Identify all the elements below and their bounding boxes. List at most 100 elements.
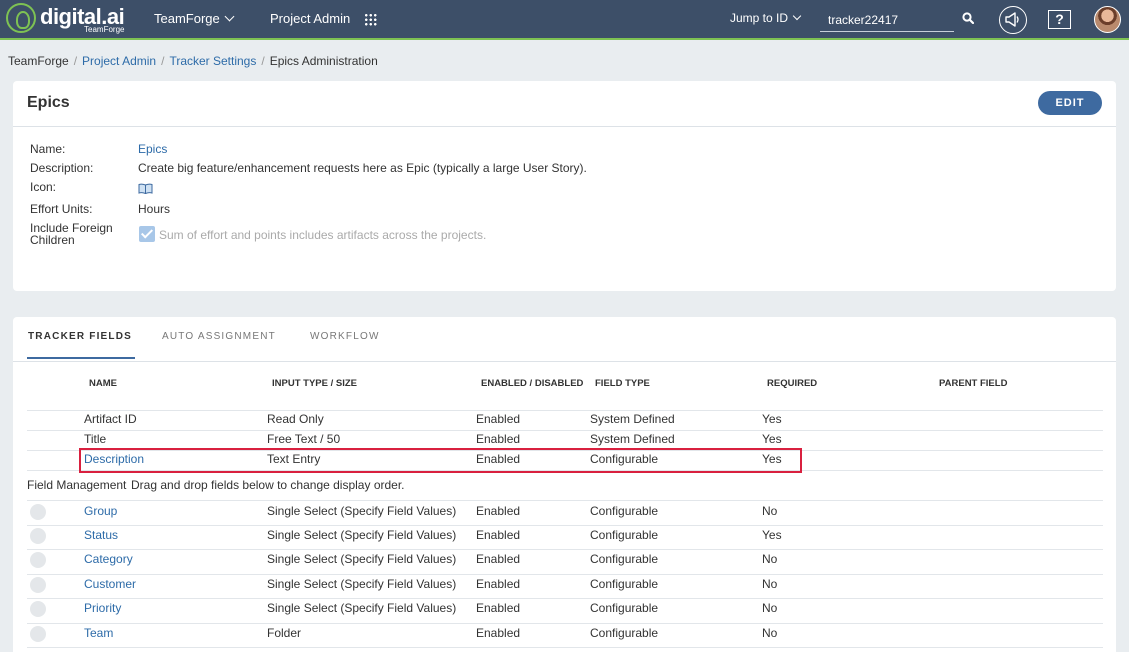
- field-name-link[interactable]: Priority: [84, 601, 121, 615]
- field-required: Yes: [762, 432, 782, 446]
- drag-handle-icon[interactable]: [30, 601, 46, 617]
- column-header-field-type: FIELD TYPE: [595, 378, 650, 389]
- field-enabled: Enabled: [476, 601, 521, 615]
- breadcrumb-tracker-settings[interactable]: Tracker Settings: [169, 54, 256, 68]
- field-enabled: Enabled: [476, 552, 521, 566]
- teamforge-menu-label: TeamForge: [154, 11, 220, 26]
- field-required: No: [762, 552, 778, 566]
- field-type: Configurable: [590, 504, 659, 518]
- breadcrumb-current: Epics Administration: [269, 54, 378, 68]
- field-name: Artifact ID: [84, 412, 137, 426]
- row-divider: [27, 525, 1103, 526]
- field-input-type: Single Select (Specify Field Values): [267, 528, 457, 542]
- field-enabled: Enabled: [476, 504, 521, 518]
- column-header-parent-field: PARENT FIELD: [939, 378, 1008, 389]
- user-avatar[interactable]: [1094, 6, 1121, 33]
- logo-mark-icon: [6, 3, 36, 33]
- tab-workflow[interactable]: WORKFLOW: [310, 331, 380, 342]
- highlight-box: [79, 448, 802, 473]
- project-admin-link[interactable]: Project Admin: [270, 11, 350, 26]
- book-icon: [138, 183, 153, 194]
- app-grid-icon[interactable]: [364, 13, 377, 26]
- divider: [13, 361, 1116, 362]
- breadcrumb: TeamForge / Project Admin / Tracker Settings…: [8, 54, 378, 68]
- tracker-fields-card: TRACKER FIELDS AUTO ASSIGNMENT WORKFLOW …: [13, 317, 1116, 652]
- breadcrumb-separator: /: [73, 54, 78, 68]
- field-input-type: Single Select (Specify Field Values): [267, 577, 457, 591]
- row-divider: [27, 500, 1103, 501]
- drag-handle-icon[interactable]: [30, 552, 46, 568]
- help-icon[interactable]: ?: [1048, 10, 1071, 29]
- search-icon[interactable]: [962, 12, 974, 24]
- row-divider: [27, 410, 1103, 411]
- field-enabled: Enabled: [476, 412, 521, 426]
- active-tab-indicator: [27, 357, 135, 359]
- name-label: Name:: [30, 142, 66, 156]
- tracker-details-card: Epics EDIT Name: Epics Description: Crea…: [13, 81, 1116, 291]
- row-divider: [27, 598, 1103, 599]
- row-divider: [27, 647, 1103, 648]
- include-foreign-checkbox: [139, 226, 155, 242]
- field-type: Configurable: [590, 626, 659, 640]
- field-type: System Defined: [590, 412, 675, 426]
- icon-label: Icon:: [30, 180, 57, 194]
- row-divider: [27, 549, 1103, 550]
- field-management-title: Field Management: [27, 478, 127, 492]
- field-enabled: Enabled: [476, 432, 521, 446]
- tab-auto-assignment[interactable]: AUTO ASSIGNMENT: [162, 331, 276, 342]
- digital-ai-logo[interactable]: digital.ai TeamForge: [6, 3, 136, 37]
- field-input-type: Folder: [267, 626, 302, 640]
- field-required: No: [762, 601, 778, 615]
- teamforge-menu[interactable]: TeamForge: [154, 11, 235, 26]
- field-type: Configurable: [590, 528, 659, 542]
- logo-subtitle: TeamForge: [84, 25, 125, 34]
- column-header-input-type: INPUT TYPE / SIZE: [272, 378, 357, 389]
- description-label: Description:: [30, 161, 94, 175]
- breadcrumb-project-admin[interactable]: Project Admin: [82, 54, 156, 68]
- breadcrumb-teamforge[interactable]: TeamForge: [8, 54, 69, 68]
- drag-handle-icon[interactable]: [30, 528, 46, 544]
- column-header-required: REQUIRED: [767, 378, 818, 389]
- column-header-enabled: ENABLED / DISABLED: [481, 378, 584, 389]
- breadcrumb-separator: /: [261, 54, 265, 68]
- field-name-link[interactable]: Group: [84, 504, 117, 518]
- field-name-link[interactable]: Team: [84, 626, 113, 640]
- jump-to-id-input[interactable]: [820, 8, 954, 32]
- field-name: Title: [84, 432, 107, 446]
- column-header-name: NAME: [89, 378, 117, 389]
- field-name-link[interactable]: Customer: [84, 577, 136, 591]
- breadcrumb-separator: /: [161, 54, 165, 68]
- row-divider: [27, 430, 1103, 431]
- field-required: No: [762, 577, 778, 591]
- megaphone-icon[interactable]: [999, 6, 1027, 34]
- tab-tracker-fields[interactable]: TRACKER FIELDS: [28, 331, 132, 342]
- jump-to-id-label: Jump to ID: [730, 11, 789, 25]
- drag-handle-icon[interactable]: [30, 577, 46, 593]
- field-type: Configurable: [590, 552, 659, 566]
- include-foreign-label-2: Children: [30, 233, 75, 247]
- effort-units-value: Hours: [138, 202, 171, 216]
- chevron-down-icon: [224, 11, 235, 22]
- field-management-hint: Drag and drop fields below to change dis…: [131, 478, 405, 492]
- drag-handle-icon[interactable]: [30, 504, 46, 520]
- row-divider: [27, 574, 1103, 575]
- field-type: System Defined: [590, 432, 675, 446]
- top-navbar: digital.ai TeamForge TeamForge Project A…: [0, 0, 1129, 40]
- row-divider: [27, 623, 1103, 624]
- chevron-down-icon: [792, 11, 802, 21]
- field-required: No: [762, 626, 778, 640]
- tracker-name-value[interactable]: Epics: [138, 142, 167, 156]
- field-name-link[interactable]: Category: [84, 552, 133, 566]
- field-required: Yes: [762, 528, 782, 542]
- field-required: No: [762, 504, 778, 518]
- drag-handle-icon[interactable]: [30, 626, 46, 642]
- field-name-link[interactable]: Status: [84, 528, 118, 542]
- field-input-type: Single Select (Specify Field Values): [267, 601, 457, 615]
- field-enabled: Enabled: [476, 577, 521, 591]
- edit-button[interactable]: EDIT: [1038, 91, 1102, 115]
- field-enabled: Enabled: [476, 528, 521, 542]
- field-required: Yes: [762, 412, 782, 426]
- page-title: Epics: [27, 94, 70, 111]
- jump-to-id-menu[interactable]: Jump to ID: [730, 11, 802, 25]
- field-type: Configurable: [590, 601, 659, 615]
